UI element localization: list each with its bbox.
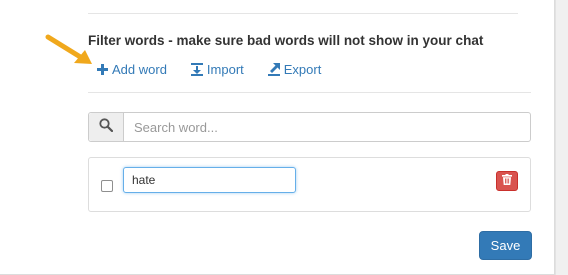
search-icon [99, 117, 114, 137]
divider-top [88, 13, 518, 14]
filter-actions: Add word Import Export [97, 60, 321, 78]
filter-words-panel: Filter words - make sure bad words will … [0, 0, 555, 275]
word-row-checkbox[interactable] [101, 180, 113, 192]
import-label: Import [206, 61, 244, 77]
import-button[interactable]: Import [190, 61, 244, 77]
save-button[interactable]: Save [479, 231, 532, 260]
word-input[interactable] [123, 167, 296, 193]
filter-words-title: Filter words - make sure bad words will … [88, 33, 484, 48]
export-button[interactable]: Export [267, 61, 322, 77]
delete-word-button[interactable] [496, 171, 518, 191]
search-group [88, 112, 531, 142]
trash-icon [502, 172, 512, 190]
search-addon [89, 113, 124, 141]
search-word-input[interactable] [124, 113, 530, 141]
divider-middle [88, 92, 531, 93]
annotation-arrow-icon [45, 34, 92, 64]
export-icon [267, 62, 280, 76]
plus-icon [97, 63, 108, 75]
word-list [88, 157, 531, 212]
import-icon [190, 62, 203, 76]
export-label: Export [283, 61, 322, 77]
add-word-label: Add word [112, 61, 167, 77]
scrollbar[interactable] [555, 0, 568, 275]
add-word-button[interactable]: Add word [97, 62, 167, 77]
